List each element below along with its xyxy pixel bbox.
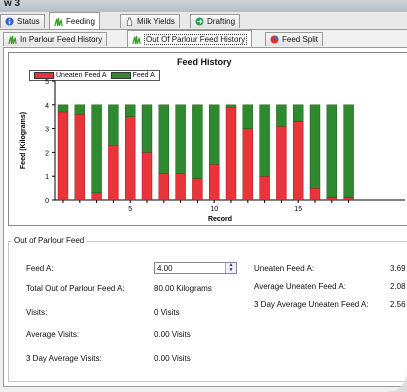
bar-uneaten-feed-a bbox=[293, 121, 304, 201]
bar-feed-a bbox=[208, 104, 220, 165]
bar-feed-a bbox=[225, 104, 237, 108]
tab-feed-split[interactable]: Feed Split bbox=[265, 32, 324, 46]
y-axis-label: Feed (Kilograms) bbox=[20, 112, 27, 169]
window-title: w 3 bbox=[4, 0, 21, 9]
bar-uneaten-feed-a bbox=[192, 178, 203, 201]
tab-out-of-parlour-feed-history[interactable]: Out Of Parlour Feed History bbox=[127, 30, 253, 47]
y-tick-label: 5 bbox=[45, 79, 49, 86]
bar-feed-a bbox=[74, 104, 86, 115]
bar-feed-a bbox=[259, 104, 270, 177]
y-tick-label: 3 bbox=[45, 127, 49, 134]
out-of-parlour-feed-group: Out of Parlour Feed Feed A: 4.00 ▲ ▼ Tot… bbox=[8, 236, 407, 382]
y-tick-label: 1 bbox=[45, 174, 49, 181]
bar-feed-a bbox=[158, 104, 170, 175]
bar-feed-a bbox=[108, 104, 119, 146]
bar-uneaten-feed-a bbox=[259, 175, 270, 201]
three-day-uneaten-value: 2.56 bbox=[390, 300, 406, 309]
bar-feed-a bbox=[91, 104, 102, 194]
grass-icon bbox=[8, 35, 17, 44]
x-tick-label: 5 bbox=[128, 206, 132, 213]
bar-feed-a bbox=[343, 104, 354, 198]
total-feed-label: Total Out of Parlour Feed A: bbox=[26, 284, 125, 293]
tab-drafting[interactable]: Drafting bbox=[190, 14, 241, 28]
three-day-visits-value: 0.00 Visits bbox=[154, 354, 191, 363]
bar-uneaten-feed-a bbox=[141, 152, 153, 201]
uneaten-feed-value: 3.69 bbox=[390, 264, 406, 273]
bar-uneaten-feed-a bbox=[124, 116, 136, 201]
sub-tab-strip: In Parlour Feed History Out Of Parlour F… bbox=[3, 30, 407, 48]
grass-icon bbox=[132, 35, 141, 44]
bar-uneaten-feed-a bbox=[91, 192, 102, 201]
average-visits-value: 0.00 Visits bbox=[154, 330, 191, 339]
average-visits-label: Average Visits: bbox=[26, 330, 80, 339]
tab-status[interactable]: Status bbox=[0, 14, 45, 28]
bar-feed-a bbox=[175, 104, 186, 175]
bar-feed-a bbox=[309, 104, 321, 189]
three-day-visits-label: 3 Day Average Visits: bbox=[26, 354, 102, 363]
bar-uneaten-feed-a bbox=[208, 164, 220, 201]
visits-value: 0 Visits bbox=[154, 308, 180, 317]
info-icon bbox=[5, 17, 14, 26]
bar-uneaten-feed-a bbox=[108, 145, 119, 201]
average-uneaten-value: 2.08 bbox=[390, 282, 406, 291]
y-tick-label: 4 bbox=[45, 103, 49, 110]
drafting-gate-icon bbox=[195, 17, 204, 26]
spin-down-icon[interactable]: ▼ bbox=[226, 268, 236, 273]
bar-feed-a bbox=[326, 104, 337, 198]
bar-feed-a bbox=[293, 104, 304, 122]
bar-uneaten-feed-a bbox=[74, 114, 86, 201]
feed-a-input[interactable]: 4.00 ▲ ▼ bbox=[154, 262, 237, 274]
bar-uneaten-feed-a bbox=[158, 173, 170, 201]
bar-uneaten-feed-a bbox=[242, 128, 254, 201]
bar-feed-a bbox=[141, 104, 153, 153]
tab-content-panel: Feed History Uneaten Feed A Feed A 01234… bbox=[3, 47, 407, 387]
tab-in-parlour-feed-history[interactable]: In Parlour Feed History bbox=[3, 32, 108, 46]
main-tab-strip: Status Feeding Milk Yields Drafting bbox=[0, 12, 407, 30]
total-feed-value: 80.00 Kilograms bbox=[154, 284, 212, 293]
pie-chart-icon bbox=[270, 35, 279, 44]
feed-a-spinner[interactable]: ▲ ▼ bbox=[225, 263, 236, 273]
y-tick-label: 2 bbox=[45, 150, 49, 157]
group-title: Out of Parlour Feed bbox=[12, 236, 87, 245]
bar-uneaten-feed-a bbox=[326, 197, 337, 201]
app-window: w 3 Status Feeding Milk Yields Drafting … bbox=[0, 0, 407, 392]
bar-feed-a bbox=[276, 104, 287, 127]
average-uneaten-label: Average Uneaten Feed A: bbox=[254, 282, 346, 291]
tab-feeding[interactable]: Feeding bbox=[49, 12, 100, 29]
bar-feed-a bbox=[57, 104, 69, 113]
chart-plot: 0 1 2 3 4 5 Feed (Kilograms) 5 10 15 Record bbox=[20, 79, 405, 223]
three-day-uneaten-label: 3 Day Average Uneaten Feed A: bbox=[254, 300, 369, 309]
y-tick-label: 0 bbox=[45, 198, 49, 205]
x-tick-label: 15 bbox=[294, 206, 302, 213]
bar-uneaten-feed-a bbox=[343, 197, 354, 201]
uneaten-feed-label: Uneaten Feed A: bbox=[254, 264, 315, 273]
bar-feed-a bbox=[192, 104, 203, 179]
tab-milk-yields[interactable]: Milk Yields bbox=[120, 14, 180, 28]
grass-icon bbox=[54, 17, 63, 26]
feed-a-value: 4.00 bbox=[157, 264, 173, 273]
visits-label: Visits: bbox=[26, 308, 48, 317]
bar-feed-a bbox=[124, 104, 136, 117]
bar-uneaten-feed-a bbox=[225, 106, 237, 201]
milk-bottle-icon bbox=[126, 17, 133, 26]
x-axis-label: Record bbox=[208, 216, 232, 223]
x-tick-label: 10 bbox=[210, 206, 218, 213]
bar-uneaten-feed-a bbox=[175, 173, 186, 201]
feed-history-chart: Feed History Uneaten Feed A Feed A 01234… bbox=[8, 52, 407, 226]
bar-uneaten-feed-a bbox=[309, 187, 321, 201]
bar-uneaten-feed-a bbox=[57, 111, 69, 201]
bar-uneaten-feed-a bbox=[276, 126, 287, 201]
bar-feed-a bbox=[242, 104, 254, 129]
feed-a-label: Feed A: bbox=[26, 264, 54, 273]
